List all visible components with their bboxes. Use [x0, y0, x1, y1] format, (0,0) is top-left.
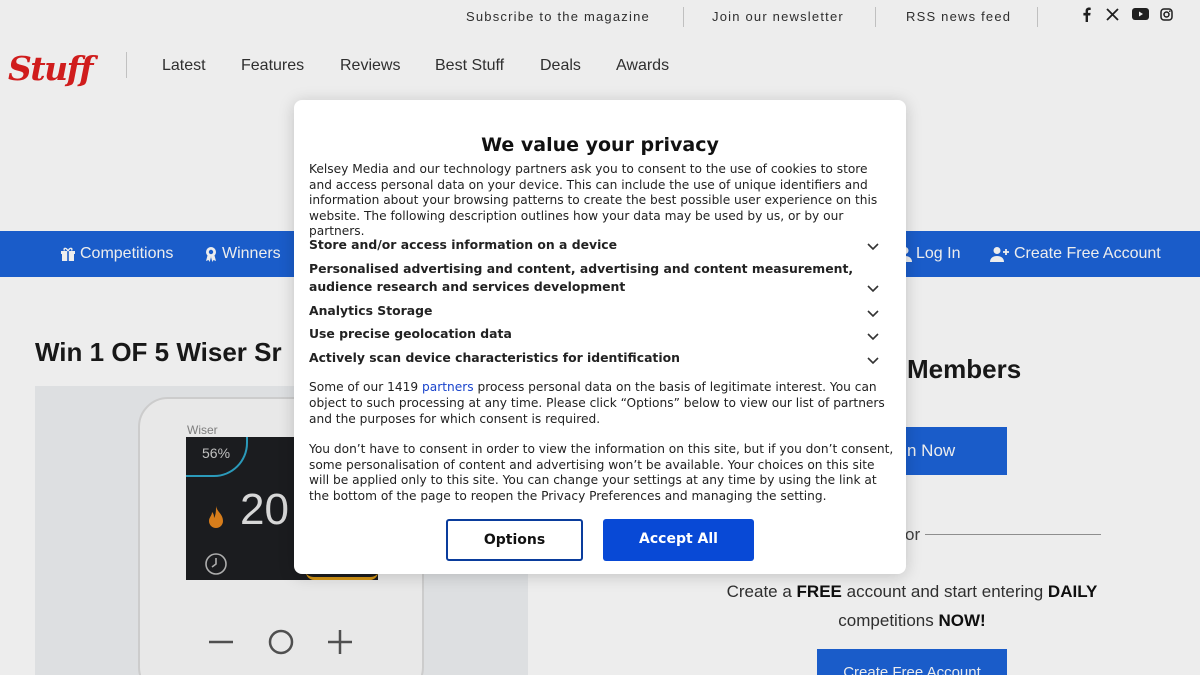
chevron-down-icon[interactable]: [867, 278, 879, 297]
options-button[interactable]: Options: [446, 519, 583, 561]
dialog-title: We value your privacy: [481, 134, 719, 156]
purpose-label: Store and/or access information on a dev…: [309, 237, 618, 252]
chevron-down-icon[interactable]: [867, 303, 879, 322]
purpose-personalised-ads[interactable]: Personalised advertising and content, ad…: [309, 260, 869, 295]
chevron-down-icon[interactable]: [867, 236, 879, 255]
purpose-geolocation[interactable]: Use precise geolocation data: [309, 325, 884, 343]
consent-note-text: You don’t have to consent in order to vi…: [309, 442, 894, 503]
partners-text-before: Some of our 1419: [309, 380, 423, 394]
privacy-consent-dialog: We value your privacy Kelsey Media and o…: [294, 100, 906, 574]
purpose-device-scan[interactable]: Actively scan device characteristics for…: [309, 349, 884, 367]
dialog-intro-text: Kelsey Media and our technology partners…: [309, 162, 878, 238]
purpose-label: Analytics Storage: [309, 303, 433, 318]
legitimate-interest-text: Some of our 1419 partners process person…: [309, 379, 894, 427]
purpose-label: Use precise geolocation data: [309, 326, 512, 341]
purpose-label: Actively scan device characteristics for…: [309, 350, 680, 365]
accept-all-button[interactable]: Accept All: [603, 519, 754, 561]
chevron-down-icon[interactable]: [867, 350, 879, 369]
purpose-label: Personalised advertising and content, ad…: [309, 261, 854, 294]
purpose-storage[interactable]: Store and/or access information on a dev…: [309, 236, 884, 254]
purpose-analytics[interactable]: Analytics Storage: [309, 302, 884, 320]
partners-link[interactable]: partners: [422, 380, 474, 394]
chevron-down-icon[interactable]: [867, 326, 879, 345]
